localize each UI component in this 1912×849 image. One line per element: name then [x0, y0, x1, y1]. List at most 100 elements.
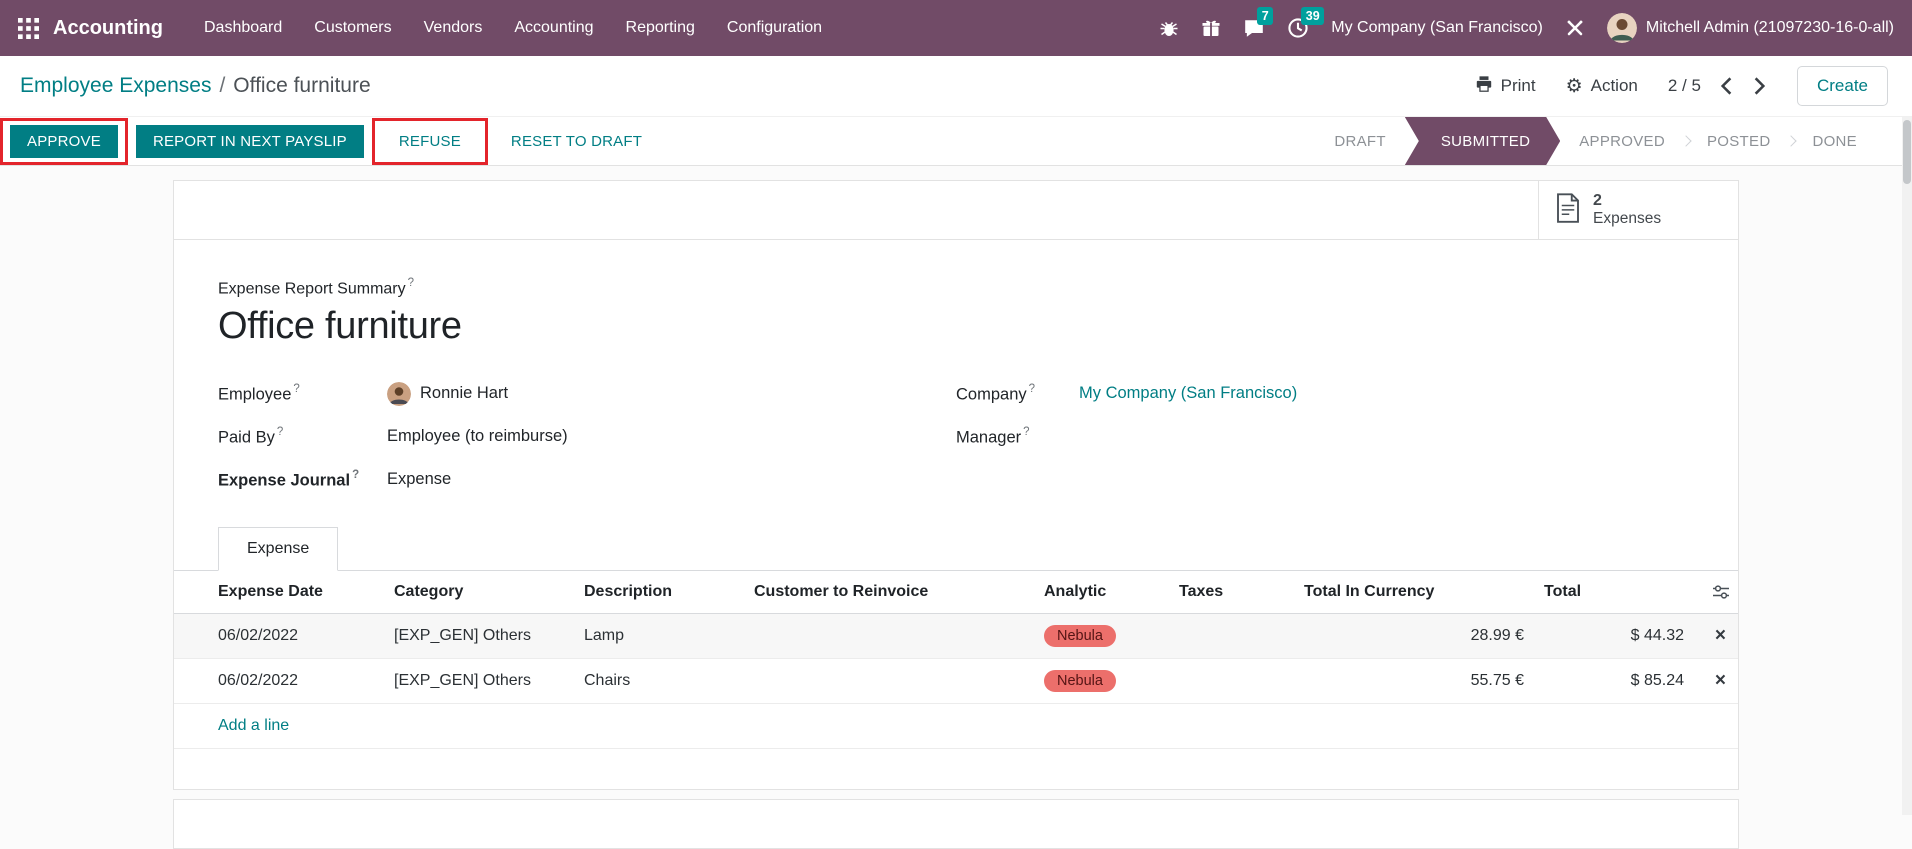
field-expense-journal: Expense Journal? Expense [218, 466, 956, 493]
systray: 7 39 My Company (San Francisco) Mitchell… [1159, 13, 1894, 43]
cell-total[interactable]: $ 44.32 [1534, 614, 1694, 659]
print-label: Print [1501, 76, 1536, 96]
breadcrumb: Employee Expenses / Office furniture [20, 74, 371, 98]
statusbar-row: APPROVE REPORT IN NEXT PAYSLIP REFUSE RE… [0, 117, 1912, 166]
state-approved[interactable]: APPROVED [1562, 133, 1682, 150]
cell-customer-to-reinvoice[interactable] [744, 659, 1034, 704]
user-name: Mitchell Admin (21097230-16-0-all) [1646, 19, 1894, 37]
menu-reporting[interactable]: Reporting [611, 10, 710, 46]
action-button[interactable]: ⚙ Action [1566, 76, 1638, 96]
statusbar: DRAFT SUBMITTED APPROVED POSTED DONE [1317, 117, 1874, 165]
help-icon: ? [352, 469, 359, 481]
col-total-in-currency[interactable]: Total In Currency [1294, 571, 1534, 614]
report-in-next-payslip-button[interactable]: REPORT IN NEXT PAYSLIP [136, 125, 364, 158]
cell-analytic[interactable]: Nebula [1034, 659, 1169, 704]
debug-bug-icon[interactable] [1159, 18, 1179, 38]
cell-delete: × [1694, 659, 1739, 704]
user-menu[interactable]: Mitchell Admin (21097230-16-0-all) [1607, 13, 1894, 43]
cell-analytic[interactable]: Nebula [1034, 614, 1169, 659]
expense-journal-label: Expense Journal? [218, 470, 387, 491]
approve-button[interactable]: APPROVE [10, 125, 118, 158]
field-manager: Manager? [956, 423, 1694, 450]
refuse-highlight-annotation: REFUSE [372, 118, 488, 165]
cell-total[interactable]: $ 85.24 [1534, 659, 1694, 704]
print-button[interactable]: Print [1475, 75, 1536, 98]
company-value[interactable]: My Company (San Francisco) [1079, 384, 1297, 403]
cell-expense-date[interactable]: 06/02/2022 [174, 614, 384, 659]
col-category[interactable]: Category [384, 571, 574, 614]
cell-taxes[interactable] [1169, 659, 1294, 704]
col-analytic[interactable]: Analytic [1034, 571, 1169, 614]
state-posted[interactable]: POSTED [1690, 133, 1787, 150]
cell-delete: × [1694, 614, 1739, 659]
menu-vendors[interactable]: Vendors [409, 10, 498, 46]
add-a-line-link[interactable]: Add a line [218, 717, 289, 734]
cell-taxes[interactable] [1169, 614, 1294, 659]
employee-avatar [387, 382, 411, 406]
delete-row-icon[interactable]: × [1711, 671, 1730, 690]
main-menu: Dashboard Customers Vendors Accounting R… [189, 10, 837, 46]
expense-lines-table: Expense Date Category Description Custom… [174, 571, 1739, 749]
pager-value: 2 / 5 [1668, 76, 1701, 96]
form-view: 2 Expenses Expense Report Summary? Offic… [0, 166, 1912, 849]
analytic-tag[interactable]: Nebula [1044, 670, 1116, 692]
col-expense-date[interactable]: Expense Date [174, 571, 384, 614]
expense-journal-value[interactable]: Expense [387, 470, 451, 489]
cell-expense-date[interactable]: 06/02/2022 [174, 659, 384, 704]
gear-icon: ⚙ [1566, 77, 1583, 96]
col-total[interactable]: Total [1534, 571, 1694, 614]
analytic-tag[interactable]: Nebula [1044, 625, 1116, 647]
delete-row-icon[interactable]: × [1711, 626, 1730, 645]
optional-columns-icon[interactable] [1704, 584, 1730, 600]
activities-clock-icon[interactable]: 39 [1287, 17, 1309, 39]
expenses-smart-button[interactable]: 2 Expenses [1538, 181, 1738, 239]
breadcrumb-parent[interactable]: Employee Expenses [20, 74, 211, 98]
menu-configuration[interactable]: Configuration [712, 10, 837, 46]
state-draft[interactable]: DRAFT [1317, 133, 1403, 150]
company-label: Company? [956, 384, 1079, 405]
cell-category[interactable]: [EXP_GEN] Others [384, 659, 574, 704]
paid-by-label: Paid By? [218, 427, 387, 448]
cell-category[interactable]: [EXP_GEN] Others [384, 614, 574, 659]
state-submitted[interactable]: SUBMITTED [1405, 117, 1560, 165]
cell-total-in-currency[interactable]: 55.75 € [1294, 659, 1534, 704]
gift-icon[interactable] [1201, 18, 1221, 38]
record-title[interactable]: Office furniture [218, 305, 1694, 348]
vertical-scrollbar[interactable] [1902, 117, 1912, 815]
refuse-button[interactable]: REFUSE [382, 125, 478, 158]
cell-total-in-currency[interactable]: 28.99 € [1294, 614, 1534, 659]
expense-line-row[interactable]: 06/02/2022 [EXP_GEN] Others Chairs Nebul… [174, 659, 1739, 704]
col-taxes[interactable]: Taxes [1169, 571, 1294, 614]
cell-description[interactable]: Lamp [574, 614, 744, 659]
state-done[interactable]: DONE [1795, 133, 1874, 150]
employee-label: Employee? [218, 384, 387, 405]
create-button[interactable]: Create [1797, 66, 1888, 106]
form-sheet: 2 Expenses Expense Report Summary? Offic… [173, 180, 1739, 790]
button-box: 2 Expenses [174, 181, 1738, 240]
company-switcher[interactable]: My Company (San Francisco) [1331, 19, 1543, 37]
menu-accounting[interactable]: Accounting [499, 10, 608, 46]
apps-grid-icon[interactable] [0, 18, 53, 39]
messages-icon[interactable]: 7 [1243, 17, 1265, 39]
col-customer-to-reinvoice[interactable]: Customer to Reinvoice [744, 571, 1034, 614]
expense-line-row[interactable]: 06/02/2022 [EXP_GEN] Others Lamp Nebula … [174, 614, 1739, 659]
paid-by-value[interactable]: Employee (to reimburse) [387, 427, 568, 446]
employee-value[interactable]: Ronnie Hart [387, 382, 508, 406]
menu-dashboard[interactable]: Dashboard [189, 10, 297, 46]
cell-customer-to-reinvoice[interactable] [744, 614, 1034, 659]
col-description[interactable]: Description [574, 571, 744, 614]
pager-previous-button[interactable] [1719, 75, 1734, 97]
tab-expense[interactable]: Expense [218, 527, 338, 571]
summary-field-label: Expense Report Summary? [218, 278, 1694, 298]
field-paid-by: Paid By? Employee (to reimburse) [218, 423, 956, 450]
help-icon: ? [408, 277, 414, 289]
reset-to-draft-button[interactable]: RESET TO DRAFT [494, 125, 659, 158]
pager-next-button[interactable] [1752, 75, 1767, 97]
cell-description[interactable]: Chairs [574, 659, 744, 704]
notebook-tabs: Expense [174, 527, 1738, 571]
menu-customers[interactable]: Customers [299, 10, 406, 46]
tools-wrench-icon[interactable] [1565, 18, 1585, 38]
scrollbar-thumb[interactable] [1903, 120, 1911, 184]
printer-icon [1475, 75, 1493, 98]
app-name[interactable]: Accounting [53, 17, 163, 40]
